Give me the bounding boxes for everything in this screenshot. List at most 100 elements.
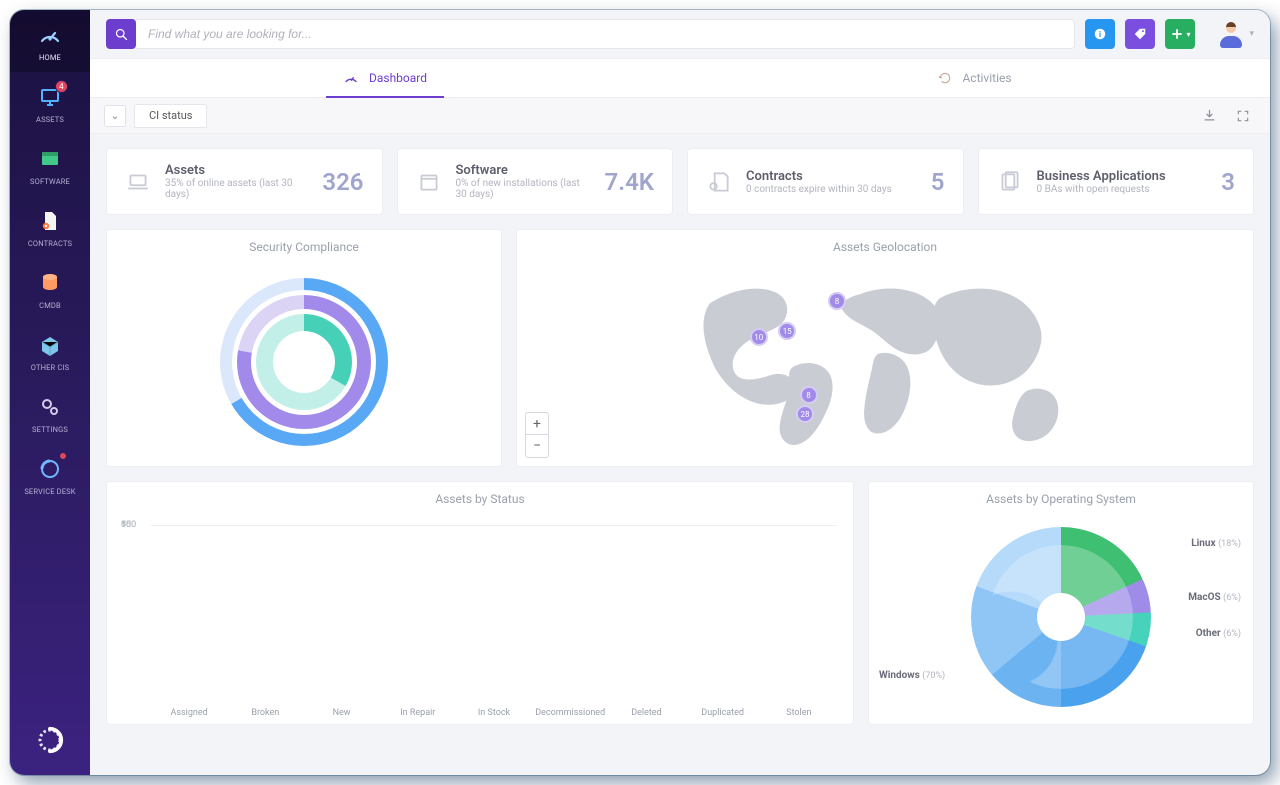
user-menu[interactable]: ▾	[1205, 20, 1254, 48]
plus-icon: +	[533, 416, 541, 432]
collapse-button[interactable]: ⌄	[104, 105, 126, 127]
sidebar-item-software[interactable]: SOFTWARE	[10, 134, 90, 196]
gears-icon	[38, 395, 62, 419]
card-title: Business Applications	[1037, 169, 1208, 184]
svg-text:i: i	[1099, 29, 1101, 39]
card-software[interactable]: Software0% of new installations (last 30…	[397, 148, 674, 215]
card-value: 326	[322, 168, 363, 196]
sidebar: HOME 4 ASSETS SOFTWARE CONTRACTS CMDB OT…	[10, 10, 90, 775]
legend-linux: Linux (18%)	[1191, 538, 1241, 549]
subbar: ⌄ CI status	[90, 98, 1270, 134]
panel-title: Assets by Operating System	[869, 482, 1253, 510]
sidebar-item-label: SERVICE DESK	[10, 487, 90, 496]
card-subtitle: 0 contracts expire within 30 days	[746, 184, 917, 195]
sidebar-item-label: SETTINGS	[10, 425, 90, 434]
map-pin[interactable]: 28	[796, 405, 814, 423]
sidebar-item-label: CMDB	[10, 301, 90, 310]
info-button[interactable]: i	[1085, 19, 1115, 49]
sidebar-item-home[interactable]: HOME	[10, 10, 90, 72]
legend-macos: MacOS (6%)	[1188, 592, 1241, 603]
box-icon	[38, 333, 62, 357]
documents-icon	[997, 169, 1023, 195]
sidebar-item-contracts[interactable]: CONTRACTS	[10, 196, 90, 258]
avatar-icon	[1217, 20, 1245, 48]
panel-geolocation: Assets Geolocation	[516, 229, 1254, 467]
pie-chart	[971, 527, 1151, 707]
tab-activities[interactable]: Activities	[680, 59, 1270, 98]
sidebar-item-other-cis[interactable]: OTHER CIs	[10, 320, 90, 382]
zoom-out-button[interactable]: −	[526, 435, 548, 457]
tag-button[interactable]	[1125, 19, 1155, 49]
map-svg	[529, 266, 1241, 454]
sidebar-item-label: HOME	[10, 53, 90, 62]
sidebar-item-label: OTHER CIs	[10, 363, 90, 372]
servicedesk-icon	[38, 457, 62, 481]
view-chip[interactable]: CI status	[134, 104, 207, 128]
bar-chart: 050100150 1691063562	[151, 526, 837, 696]
add-button[interactable]: ▾	[1165, 19, 1195, 49]
zoom-in-button[interactable]: +	[526, 413, 548, 435]
minus-icon: −	[533, 438, 541, 454]
card-title: Assets	[165, 163, 308, 178]
tag-icon	[1133, 27, 1147, 41]
sidebar-item-cmdb[interactable]: CMDB	[10, 258, 90, 320]
search-icon	[114, 27, 129, 42]
sidebar-item-settings[interactable]: SETTINGS	[10, 382, 90, 444]
sidebar-item-label: ASSETS	[10, 115, 90, 124]
card-value: 7.4K	[605, 168, 654, 196]
download-icon	[1202, 108, 1217, 123]
badge: 4	[55, 80, 68, 93]
search-wrap	[106, 19, 1075, 49]
search-input[interactable]	[136, 19, 1075, 49]
tab-dashboard[interactable]: Dashboard	[90, 59, 680, 98]
main: i ▾ ▾ Dashboard Activities ⌄ CI status	[90, 10, 1270, 775]
panel-title: Security Compliance	[107, 230, 501, 258]
card-value: 3	[1221, 168, 1235, 196]
tab-label: Dashboard	[369, 71, 427, 85]
card-subtitle: 35% of online assets (last 30 days)	[165, 178, 308, 200]
panel-title: Assets Geolocation	[517, 230, 1253, 258]
card-title: Contracts	[746, 169, 917, 184]
panel-assets-by-os: Assets by Operating System Linux (18%) M…	[868, 481, 1254, 725]
document-icon	[38, 209, 62, 233]
tab-label: Activities	[962, 71, 1011, 85]
legend-windows: Windows (70%)	[879, 670, 945, 681]
brand-icon	[35, 725, 65, 755]
panel-assets-by-status: Assets by Status 050100150 1691063562 As…	[106, 481, 854, 725]
card-business-apps[interactable]: Business Applications0 BAs with open req…	[978, 148, 1255, 215]
card-title: Software	[456, 163, 591, 178]
plus-icon	[1170, 27, 1184, 41]
chevron-down-icon: ▾	[1249, 29, 1254, 39]
laptop-icon	[125, 169, 151, 195]
map-zoom: + −	[525, 412, 549, 458]
panel-title: Assets by Status	[107, 482, 853, 510]
badge-dot	[59, 452, 67, 460]
download-button[interactable]	[1196, 104, 1222, 128]
card-contracts[interactable]: Contracts0 contracts expire within 30 da…	[687, 148, 964, 215]
chevron-down-icon: ⌄	[110, 109, 119, 122]
content: Assets35% of online assets (last 30 days…	[90, 134, 1270, 775]
sidebar-item-label: CONTRACTS	[10, 239, 90, 248]
package-icon	[416, 169, 442, 195]
tabs: Dashboard Activities	[90, 58, 1270, 98]
sidebar-item-assets[interactable]: 4 ASSETS	[10, 72, 90, 134]
topbar: i ▾ ▾	[90, 10, 1270, 58]
database-icon	[38, 271, 62, 295]
sidebar-item-label: SOFTWARE	[10, 177, 90, 186]
map-pin[interactable]: 8	[800, 386, 818, 404]
panel-security-compliance: Security Compliance	[106, 229, 502, 467]
fullscreen-button[interactable]	[1230, 104, 1256, 128]
map-pin[interactable]: 10	[750, 328, 768, 346]
legend-other: Other (6%)	[1196, 628, 1241, 639]
chip-label: CI status	[149, 109, 192, 122]
card-subtitle: 0 BAs with open requests	[1037, 184, 1208, 195]
card-subtitle: 0% of new installations (last 30 days)	[456, 178, 591, 200]
brand-logo	[35, 707, 65, 775]
history-icon	[938, 71, 952, 85]
kpi-cards: Assets35% of online assets (last 30 days…	[106, 148, 1254, 215]
donut-chart	[107, 258, 501, 466]
world-map[interactable]: 8 10 15 8 28	[529, 266, 1241, 454]
search-button[interactable]	[106, 19, 136, 49]
sidebar-item-servicedesk[interactable]: SERVICE DESK	[10, 444, 90, 506]
card-assets[interactable]: Assets35% of online assets (last 30 days…	[106, 148, 383, 215]
